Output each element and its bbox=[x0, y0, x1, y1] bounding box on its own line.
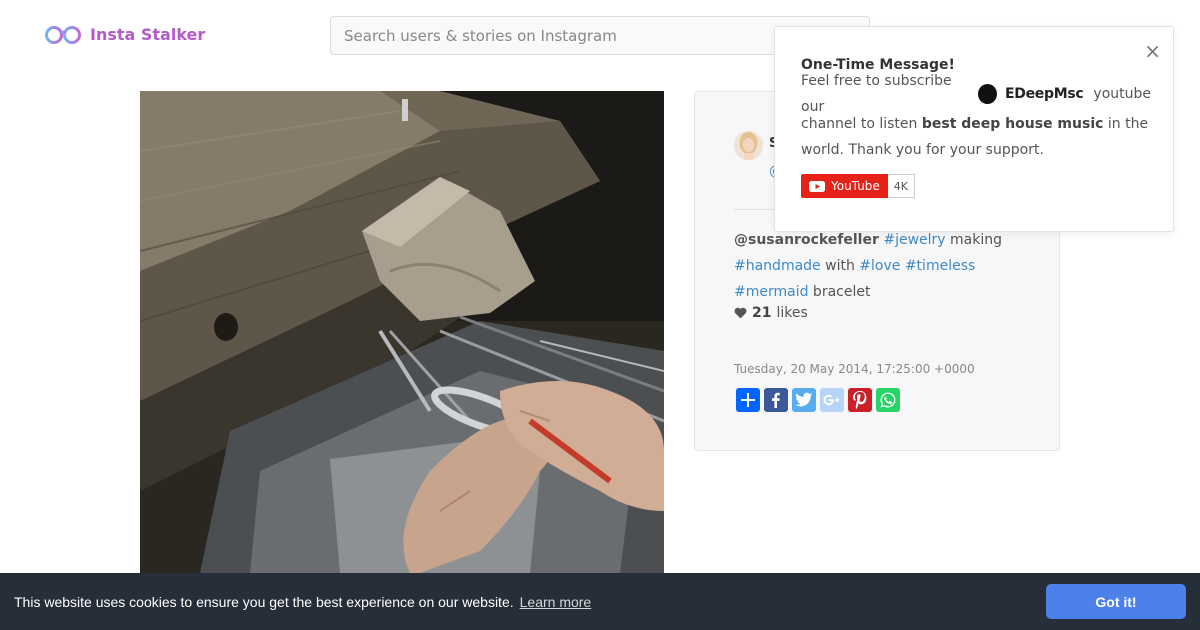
learn-more-link[interactable]: Learn more bbox=[520, 594, 592, 610]
tag-handmade[interactable]: #handmade bbox=[734, 258, 821, 274]
heart-icon bbox=[734, 307, 747, 319]
post-photo[interactable] bbox=[140, 91, 664, 573]
google-plus-icon bbox=[823, 394, 840, 406]
youtube-play-icon bbox=[809, 180, 825, 192]
caption-text: making bbox=[945, 232, 1003, 248]
share-facebook-button[interactable] bbox=[764, 388, 788, 412]
youtube-subscribe-button[interactable]: YouTube bbox=[801, 174, 888, 198]
cookie-message: This website uses cookies to ensure you … bbox=[14, 593, 514, 610]
site-logo[interactable]: Insta Stalker bbox=[44, 22, 205, 46]
facebook-icon bbox=[772, 392, 780, 408]
caption-mention[interactable]: @susanrockefeller bbox=[734, 232, 879, 248]
tag-jewelry[interactable]: #jewelry bbox=[883, 232, 945, 248]
tag-mermaid[interactable]: #mermaid bbox=[734, 284, 808, 300]
likes-count: 21 bbox=[752, 305, 772, 321]
share-plus-button[interactable] bbox=[736, 388, 760, 412]
tag-love[interactable]: #love bbox=[859, 258, 900, 274]
share-twitter-button[interactable] bbox=[792, 388, 816, 412]
got-it-button[interactable]: Got it! bbox=[1046, 584, 1186, 619]
popup-text-youtube: youtube bbox=[1093, 86, 1151, 102]
user-avatar[interactable] bbox=[734, 131, 763, 160]
popup-text-end: world. Thank you for your support. bbox=[801, 142, 1044, 158]
one-time-message-popup: × One-Time Message! Feel free to subscri… bbox=[774, 26, 1174, 232]
channel-name[interactable]: EDeepMsc bbox=[1005, 81, 1084, 107]
cookie-bar: This website uses cookies to ensure you … bbox=[0, 573, 1200, 630]
pinterest-icon bbox=[853, 391, 867, 409]
likes-label: likes bbox=[776, 305, 808, 321]
popup-text-bold: best deep house music bbox=[921, 116, 1104, 132]
popup-text-channel: channel to listen bbox=[801, 116, 922, 132]
avatar-image bbox=[734, 131, 763, 160]
popup-message: Feel free to subscribe our EDeepMsc yout… bbox=[801, 73, 1151, 163]
close-icon[interactable]: × bbox=[1144, 41, 1161, 61]
subscriber-count: 4K bbox=[887, 174, 916, 198]
youtube-subscribe-widget: YouTube 4K bbox=[801, 174, 916, 198]
share-buttons bbox=[736, 388, 900, 412]
post-date: Tuesday, 20 May 2014, 17:25:00 +0000 bbox=[734, 362, 975, 376]
caption-text: bracelet bbox=[808, 284, 871, 300]
popup-text-in-the: in the bbox=[1103, 116, 1149, 132]
caption-text: with bbox=[820, 258, 860, 274]
share-pinterest-button[interactable] bbox=[848, 388, 872, 412]
glasses-logo-icon bbox=[45, 26, 81, 44]
channel-logo-icon bbox=[978, 84, 998, 104]
whatsapp-icon bbox=[880, 392, 896, 408]
share-google-plus-button[interactable] bbox=[820, 388, 844, 412]
tag-timeless[interactable]: #timeless bbox=[905, 258, 975, 274]
youtube-label: YouTube bbox=[831, 179, 880, 193]
plus-icon bbox=[741, 393, 755, 407]
likes-row: 21 likes bbox=[734, 305, 808, 321]
twitter-icon bbox=[795, 392, 813, 407]
jewelry-workbench-image bbox=[140, 91, 664, 573]
logo-text: Insta Stalker bbox=[90, 24, 206, 44]
share-whatsapp-button[interactable] bbox=[876, 388, 900, 412]
post-caption: @susanrockefeller #jewelry making #handm… bbox=[734, 227, 1024, 305]
